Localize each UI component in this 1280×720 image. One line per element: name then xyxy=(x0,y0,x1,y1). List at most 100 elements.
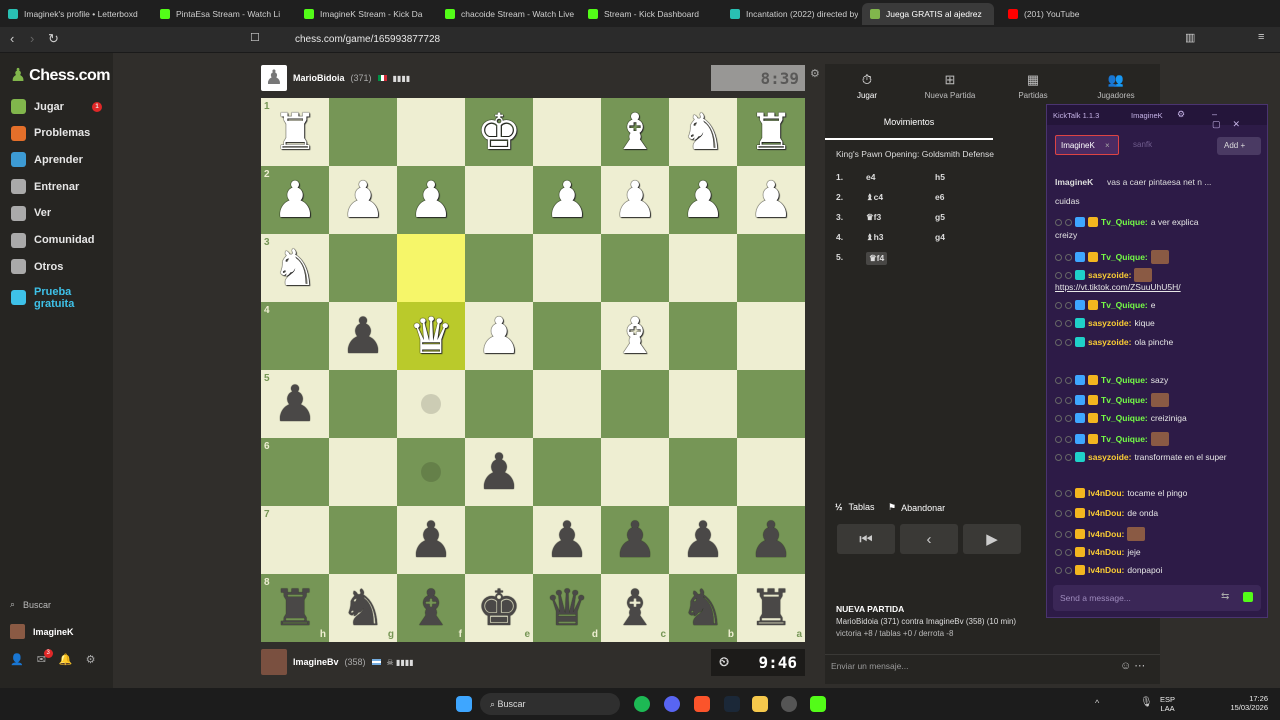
black-bishop-icon[interactable]: ♝ xyxy=(409,583,454,633)
black-pawn-icon[interactable]: ♟ xyxy=(477,447,522,497)
taskbar-search[interactable]: ⌕ Buscar xyxy=(480,693,620,715)
board-square[interactable] xyxy=(533,370,601,438)
sidebar-item-jugar[interactable]: Jugar 1 xyxy=(11,99,102,114)
chat-username[interactable]: Tv_Quique: xyxy=(1101,300,1148,310)
board-square[interactable]: ♟ xyxy=(669,166,737,234)
reply-icon[interactable] xyxy=(1055,530,1062,538)
browser-tab[interactable]: (201) YouTube xyxy=(1000,3,1135,25)
board-square[interactable]: g ♞ xyxy=(329,574,397,642)
move-hint[interactable] xyxy=(421,462,441,482)
black-rook-icon[interactable]: ♜ xyxy=(273,583,318,633)
board-square[interactable]: 3 ♞ xyxy=(261,234,329,302)
tab-nueva-partida[interactable]: ⊞ Nueva Partida xyxy=(910,72,990,100)
sidebar-item-problemas[interactable]: Problemas xyxy=(11,125,90,141)
black-pawn-icon[interactable]: ♟ xyxy=(545,515,590,565)
pin-icon[interactable] xyxy=(1065,218,1072,226)
mic-icon[interactable]: 🎙 xyxy=(1140,697,1153,708)
white-pawn-icon[interactable]: ♟ xyxy=(613,175,658,225)
board-square[interactable]: 5 ♟ xyxy=(261,370,329,438)
board-square[interactable]: 6 xyxy=(261,438,329,506)
reply-icon[interactable] xyxy=(1055,301,1062,309)
board-square[interactable]: ♟ xyxy=(533,506,601,574)
white-pawn-icon[interactable]: ♟ xyxy=(409,175,454,225)
board-square[interactable]: a ♜ xyxy=(737,574,805,642)
brave-icon[interactable] xyxy=(694,696,710,712)
gear-icon[interactable]: ⚙ xyxy=(1177,109,1185,120)
prev-move-button[interactable]: ‹ xyxy=(900,524,958,554)
browser-tab[interactable]: Juega GRATIS al ajedrez xyxy=(862,3,994,25)
channel-tab[interactable]: sanfk xyxy=(1133,140,1152,149)
reply-icon[interactable] xyxy=(1055,548,1062,556)
chat-message[interactable]: Tv_Quique: xyxy=(1055,250,1169,264)
board-square[interactable]: ♟ xyxy=(329,302,397,370)
white-move[interactable]: ♛f3 xyxy=(866,212,881,223)
chat-username[interactable]: sasyzoide: xyxy=(1088,337,1131,347)
pin-icon[interactable] xyxy=(1065,319,1072,327)
board-square[interactable] xyxy=(397,98,465,166)
browser-tab[interactable]: PintaEsa Stream - Watch Li xyxy=(152,3,292,25)
emoji-icon[interactable]: ☺ ⋯ xyxy=(1120,659,1145,672)
chat-username[interactable]: lv4nDou: xyxy=(1088,547,1124,557)
sidebar-toggle-icon[interactable]: ▥ xyxy=(1185,31,1195,44)
discord-icon[interactable] xyxy=(664,696,680,712)
board-square[interactable]: ♟ xyxy=(601,506,669,574)
steam-icon[interactable] xyxy=(724,696,740,712)
reply-icon[interactable] xyxy=(1055,396,1062,404)
white-rook-icon[interactable]: ♜ xyxy=(273,107,318,157)
chat-message[interactable]: lv4nDou: jeje xyxy=(1055,547,1141,557)
board-square[interactable] xyxy=(601,234,669,302)
browser-tab[interactable]: Incantation (2022) directed by xyxy=(722,3,858,25)
chat-message[interactable]: sasyzoide: ola pinche xyxy=(1055,337,1173,347)
sidebar-item-prueba-gratuita[interactable]: Prueba gratuita xyxy=(11,286,84,310)
black-queen-icon[interactable]: ♛ xyxy=(545,583,590,633)
black-pawn-icon[interactable]: ♟ xyxy=(341,311,386,361)
window-controls[interactable]: –▢✕ xyxy=(1212,109,1267,130)
white-move[interactable]: ♝c4 xyxy=(866,192,883,203)
sidebar-user[interactable]: ImagineK xyxy=(10,624,74,639)
board-square[interactable]: ♞ xyxy=(669,98,737,166)
black-move[interactable]: e6 xyxy=(935,192,944,202)
chat-message[interactable]: sasyzoide: kique xyxy=(1055,318,1155,328)
board-square[interactable] xyxy=(533,234,601,302)
chat-message[interactable]: Tv_Quique: a ver explica xyxy=(1055,217,1198,227)
board-square[interactable] xyxy=(533,302,601,370)
board-square[interactable]: ♟ xyxy=(533,166,601,234)
reply-icon[interactable] xyxy=(1055,253,1062,261)
white-pawn-icon[interactable]: ♟ xyxy=(545,175,590,225)
folder-icon[interactable] xyxy=(752,696,768,712)
black-rook-icon[interactable]: ♜ xyxy=(749,583,794,633)
sidebar-item-entrenar[interactable]: Entrenar xyxy=(11,179,79,195)
board-square[interactable]: ♟ xyxy=(737,166,805,234)
move-hint[interactable] xyxy=(421,394,441,414)
chat-username[interactable]: Tv_Quique: xyxy=(1101,375,1148,385)
board-square[interactable]: ♛ xyxy=(397,302,465,370)
reply-icon[interactable] xyxy=(1055,271,1062,279)
chat-message[interactable]: cuidas xyxy=(1055,196,1080,206)
opening-name[interactable]: King's Pawn Opening: Goldsmith Defense xyxy=(836,149,994,159)
board-square[interactable]: b ♞ xyxy=(669,574,737,642)
black-move[interactable]: g5 xyxy=(935,212,945,222)
board-square[interactable] xyxy=(669,234,737,302)
move-number[interactable]: 1. xyxy=(836,172,843,182)
reload-icon[interactable]: ↻ xyxy=(48,31,59,47)
browser-tab[interactable]: ImagineK Stream - Kick Da xyxy=(296,3,433,25)
board-square[interactable] xyxy=(397,370,465,438)
board-square[interactable] xyxy=(329,234,397,302)
chat-username[interactable]: lv4nDou: xyxy=(1088,488,1124,498)
white-move[interactable]: ♝h3 xyxy=(866,232,884,243)
white-bishop-icon[interactable]: ♝ xyxy=(613,311,658,361)
black-knight-icon[interactable]: ♞ xyxy=(681,583,726,633)
board-square[interactable] xyxy=(737,438,805,506)
pin-icon[interactable] xyxy=(1065,530,1072,538)
pin-icon[interactable] xyxy=(1065,548,1072,556)
board-square[interactable]: ♝ xyxy=(601,302,669,370)
board-square[interactable]: ♟ xyxy=(397,166,465,234)
next-move-button[interactable]: ▶ xyxy=(963,524,1021,554)
tab-jugadores[interactable]: 👥 Jugadores xyxy=(1076,72,1156,100)
pin-icon[interactable] xyxy=(1065,396,1072,404)
chat-username[interactable]: Tv_Quique: xyxy=(1101,395,1148,405)
board-square[interactable]: ♟ xyxy=(329,166,397,234)
pin-icon[interactable] xyxy=(1065,271,1072,279)
black-pawn-icon[interactable]: ♟ xyxy=(613,515,658,565)
chat-username[interactable]: Tv_Quique: xyxy=(1101,434,1148,444)
